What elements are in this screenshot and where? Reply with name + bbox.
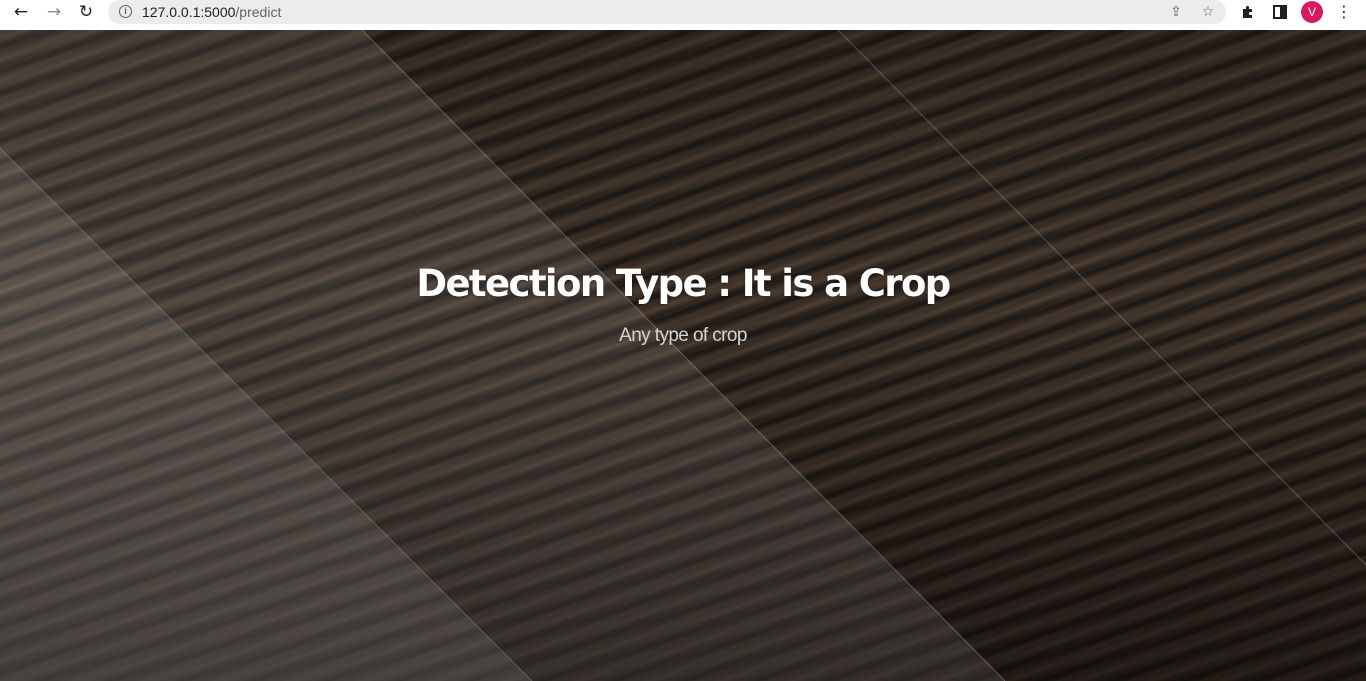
detection-title: Detection Type : It is a Crop [416,262,951,305]
info-icon[interactable]: i [119,5,132,18]
share-icon[interactable]: ⇪ [1167,3,1185,21]
back-button[interactable]: ← [7,1,35,23]
detection-subtitle: Any type of crop [619,325,747,346]
url-path: /predict [235,4,282,20]
url-text[interactable]: 127.0.0.1:5000/predict [142,3,281,21]
profile-avatar[interactable]: V [1301,1,1323,23]
arrow-left-icon: ← [13,2,29,22]
kebab-menu-icon[interactable]: ⋮ [1334,2,1354,22]
reload-button[interactable]: ↻ [72,1,100,23]
star-icon[interactable]: ☆ [1199,3,1217,21]
reload-icon: ↻ [78,2,94,22]
diagonal-overlay [0,30,1366,681]
side-panel-icon[interactable] [1270,2,1290,22]
address-bar[interactable]: i 127.0.0.1:5000/predict ⇪ ☆ [108,0,1226,24]
browser-toolbar: ← → ↻ i 127.0.0.1:5000/predict ⇪ ☆ V ⋮ [0,0,1366,30]
url-host: 127.0.0.1:5000 [142,4,236,20]
puzzle-icon[interactable] [1238,2,1258,22]
forward-button[interactable]: → [40,1,68,23]
arrow-right-icon: → [46,2,62,22]
hero-section: Detection Type : It is a Crop Any type o… [0,30,1366,681]
